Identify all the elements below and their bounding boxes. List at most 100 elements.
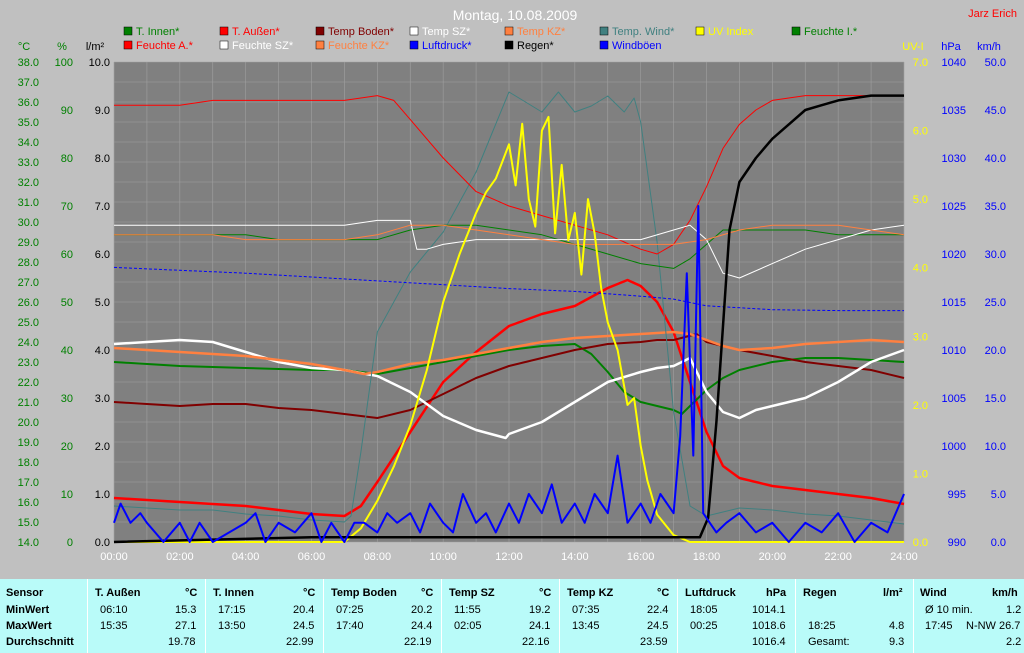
temp-tick-label: 24.0 bbox=[18, 337, 39, 349]
temp-tick-label: 37.0 bbox=[18, 77, 39, 89]
press-min-time: 18:05 bbox=[690, 604, 718, 616]
tb-unit: °C bbox=[421, 587, 434, 599]
x-tick-label: 24:00 bbox=[890, 551, 918, 563]
rain-tick-label: 3.0 bbox=[95, 393, 110, 405]
uv-tick-label: 0.0 bbox=[913, 537, 928, 549]
wind-tick-label: 5.0 bbox=[991, 489, 1006, 501]
column-divider bbox=[559, 579, 560, 653]
x-tick-label: 18:00 bbox=[693, 551, 721, 563]
legend-label: Feuchte KZ* bbox=[328, 40, 390, 52]
column-divider bbox=[441, 579, 442, 653]
legend-label: Feuchte A.* bbox=[136, 40, 194, 52]
press-tick-label: 1025 bbox=[942, 201, 966, 213]
tb-min: 20.2 bbox=[411, 604, 433, 616]
temp-unit-label: °C bbox=[18, 41, 30, 53]
temp-tick-label: 14.0 bbox=[18, 537, 39, 549]
uv-unit-label: UV-I bbox=[902, 41, 923, 53]
x-tick-label: 08:00 bbox=[364, 551, 392, 563]
legend-swatch bbox=[409, 26, 419, 36]
tsz-unit: °C bbox=[539, 587, 552, 599]
rain-tick-label: 10.0 bbox=[89, 57, 110, 69]
legend-label: Windböen bbox=[612, 40, 662, 52]
tkz-min: 22.4 bbox=[647, 604, 669, 616]
rain-tick-label: 7.0 bbox=[95, 201, 110, 213]
temp-tick-label: 28.0 bbox=[18, 257, 39, 269]
press-unit-label: hPa bbox=[941, 41, 961, 53]
tb-header: Temp Boden bbox=[331, 587, 397, 599]
hum-tick-label: 30 bbox=[61, 393, 73, 405]
press-tick-label: 1000 bbox=[942, 441, 966, 453]
rain-tick-label: 9.0 bbox=[95, 105, 110, 117]
press-max: 1018.6 bbox=[752, 620, 786, 632]
temp-tick-label: 15.0 bbox=[18, 517, 39, 529]
ti-max: 24.5 bbox=[293, 620, 315, 632]
legend-label: Luftdruck* bbox=[422, 40, 472, 52]
ta-unit: °C bbox=[185, 587, 198, 599]
sensor-header: Sensor bbox=[6, 587, 44, 599]
press-min: 1014.1 bbox=[752, 604, 786, 616]
temp-tick-label: 18.0 bbox=[18, 457, 39, 469]
legend-label: Temp Boden* bbox=[328, 26, 395, 38]
rain-tick-label: 4.0 bbox=[95, 345, 110, 357]
legend-swatch bbox=[219, 40, 229, 50]
wind-tick-label: 40.0 bbox=[985, 153, 1006, 165]
ta-min-time: 06:10 bbox=[100, 604, 128, 616]
temp-tick-label: 38.0 bbox=[18, 57, 39, 69]
max-label: MaxWert bbox=[6, 620, 52, 632]
rain-1h: 4.8 bbox=[889, 620, 905, 632]
tkz-unit: °C bbox=[657, 587, 670, 599]
ta-min: 15.3 bbox=[175, 604, 197, 616]
legend-label: Regen* bbox=[517, 40, 554, 52]
wind-tick-label: 10.0 bbox=[985, 441, 1006, 453]
wind-tick-label: 25.0 bbox=[985, 297, 1006, 309]
legend-label: Temp KZ* bbox=[517, 26, 566, 38]
tsz-max: 24.1 bbox=[529, 620, 551, 632]
rain-total-label: Gesamt: bbox=[808, 636, 850, 648]
press-tick-label: 1040 bbox=[942, 57, 966, 69]
tb-max: 24.4 bbox=[411, 620, 433, 632]
legend-label: UV Index bbox=[708, 26, 754, 38]
temp-tick-label: 17.0 bbox=[18, 477, 39, 489]
temp-tick-label: 16.0 bbox=[18, 497, 39, 509]
wind-header: Wind bbox=[920, 587, 947, 599]
tsz-min: 19.2 bbox=[529, 604, 551, 616]
temp-tick-label: 27.0 bbox=[18, 277, 39, 289]
legend-swatch bbox=[504, 40, 514, 50]
temp-tick-label: 31.0 bbox=[18, 197, 39, 209]
uv-tick-label: 6.0 bbox=[913, 126, 928, 138]
hum-tick-label: 60 bbox=[61, 249, 73, 261]
temp-tick-label: 35.0 bbox=[18, 117, 39, 129]
wind-tick-label: 15.0 bbox=[985, 393, 1006, 405]
legend-label: Feuchte I.* bbox=[804, 26, 858, 38]
wind-tick-label: 30.0 bbox=[985, 249, 1006, 261]
press-max-time: 00:25 bbox=[690, 620, 718, 632]
legend-swatch bbox=[315, 26, 325, 36]
hum-tick-label: 20 bbox=[61, 441, 73, 453]
tb-avg: 22.19 bbox=[404, 636, 432, 648]
avg-label: Durchschnitt bbox=[6, 636, 74, 648]
press-tick-label: 1035 bbox=[942, 105, 966, 117]
press-tick-label: 1020 bbox=[942, 249, 966, 261]
legend-swatch bbox=[123, 40, 133, 50]
legend-label: Temp. Wind* bbox=[612, 26, 675, 38]
column-divider bbox=[677, 579, 678, 653]
press-tick-label: 1010 bbox=[942, 345, 966, 357]
ti-avg: 22.99 bbox=[286, 636, 314, 648]
wind-tick-label: 20.0 bbox=[985, 345, 1006, 357]
legend-swatch bbox=[599, 40, 609, 50]
legend-label: Feuchte SZ* bbox=[232, 40, 294, 52]
tb-max-time: 17:40 bbox=[336, 620, 364, 632]
rain-total: 9.3 bbox=[889, 636, 905, 648]
wind-tick-label: 35.0 bbox=[985, 201, 1006, 213]
tkz-header: Temp KZ bbox=[567, 587, 614, 599]
legend-swatch bbox=[504, 26, 514, 36]
hum-tick-label: 100 bbox=[55, 57, 73, 69]
x-tick-label: 12:00 bbox=[495, 551, 523, 563]
wind-tick-label: 45.0 bbox=[985, 105, 1006, 117]
wind-max: N-NW 26.7 bbox=[966, 620, 1021, 632]
wind-tick-label: 50.0 bbox=[985, 57, 1006, 69]
legend-label: T. Außen* bbox=[232, 26, 280, 38]
hum-tick-label: 40 bbox=[61, 345, 73, 357]
press-tick-label: 1015 bbox=[942, 297, 966, 309]
press-tick-label: 995 bbox=[948, 489, 966, 501]
